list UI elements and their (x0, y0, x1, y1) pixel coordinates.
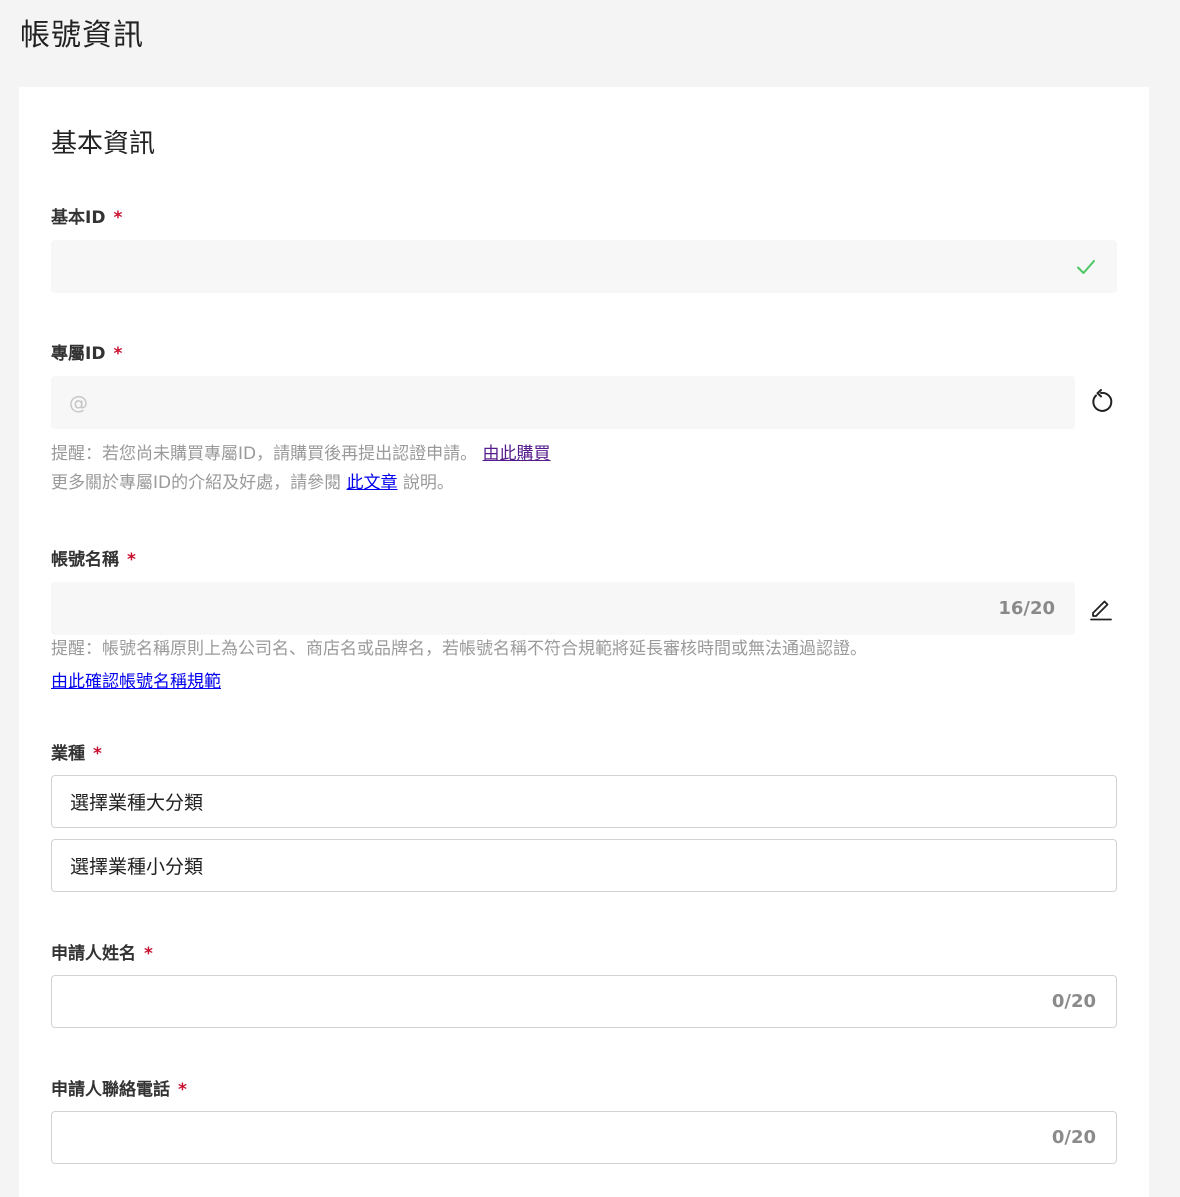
premium-id-hint: 提醒：若您尚未購買專屬ID，請購買後再提出認證申請。 由此購買 更多關於專屬ID… (51, 440, 551, 498)
article-link[interactable]: 此文章 (347, 473, 398, 493)
required-mark: * (93, 744, 102, 764)
premium-id-hint-line2: 更多關於專屬ID的介紹及好處，請參閱 (51, 473, 342, 493)
edit-pencil-icon[interactable] (1087, 594, 1115, 622)
basic-id-label: 基本ID * (51, 203, 122, 228)
premium-id-hint-suffix: 說明。 (402, 473, 454, 493)
industry-minor-select-label: 選擇業種小分類 (70, 856, 204, 878)
account-name-rules-link[interactable]: 由此確認帳號名稱規範 (51, 667, 221, 692)
industry-minor-select[interactable]: 選擇業種小分類 (51, 839, 1117, 892)
account-name-field[interactable]: 16/20 (51, 582, 1075, 635)
required-mark: * (113, 208, 123, 228)
section-title: 基本資訊 (51, 129, 156, 159)
basic-id-field[interactable] (51, 240, 1117, 293)
applicant-phone-label: 申請人聯絡電話 * (51, 1075, 187, 1100)
industry-major-select[interactable]: 選擇業種大分類 (51, 775, 1117, 828)
page-title: 帳號資訊 (20, 18, 144, 53)
premium-id-label: 專屬ID * (51, 339, 122, 364)
check-icon (1075, 256, 1097, 278)
buy-premium-id-link[interactable]: 由此購買 (483, 444, 551, 464)
account-name-label: 帳號名稱 * (51, 545, 136, 570)
required-mark: * (144, 944, 153, 964)
basic-id-label-text: 基本ID (51, 208, 106, 228)
premium-id-field[interactable]: @ (51, 376, 1075, 429)
account-name-hint: 提醒：帳號名稱原則上為公司名、商店名或品牌名，若帳號名稱不符合規範將延長審核時間… (51, 639, 867, 659)
premium-id-hint-line1: 提醒：若您尚未購買專屬ID，請購買後再提出認證申請。 (51, 444, 478, 464)
applicant-phone-counter: 0/20 (1051, 1127, 1096, 1148)
industry-major-select-label: 選擇業種大分類 (70, 792, 204, 814)
applicant-name-label-text: 申請人姓名 (51, 944, 136, 964)
account-name-label-text: 帳號名稱 (51, 550, 119, 570)
required-mark: * (127, 550, 136, 570)
applicant-phone-label-text: 申請人聯絡電話 (51, 1080, 170, 1100)
premium-id-placeholder: @ (69, 391, 88, 414)
required-mark: * (113, 344, 123, 364)
account-name-counter: 16/20 (998, 598, 1055, 619)
industry-label: 業種 * (51, 739, 102, 764)
industry-label-text: 業種 (51, 744, 85, 764)
applicant-name-counter: 0/20 (1051, 991, 1096, 1012)
required-mark: * (178, 1080, 187, 1100)
applicant-phone-input[interactable]: 0/20 (51, 1111, 1117, 1164)
basic-info-card: 基本資訊 基本ID * 專屬ID * @ 提醒：若您尚未購買專屬ID，請購買後再提出… (19, 87, 1149, 1197)
refresh-icon[interactable] (1087, 388, 1115, 416)
applicant-name-input[interactable]: 0/20 (51, 975, 1117, 1028)
applicant-name-label: 申請人姓名 * (51, 939, 153, 964)
premium-id-label-text: 專屬ID (51, 344, 106, 364)
